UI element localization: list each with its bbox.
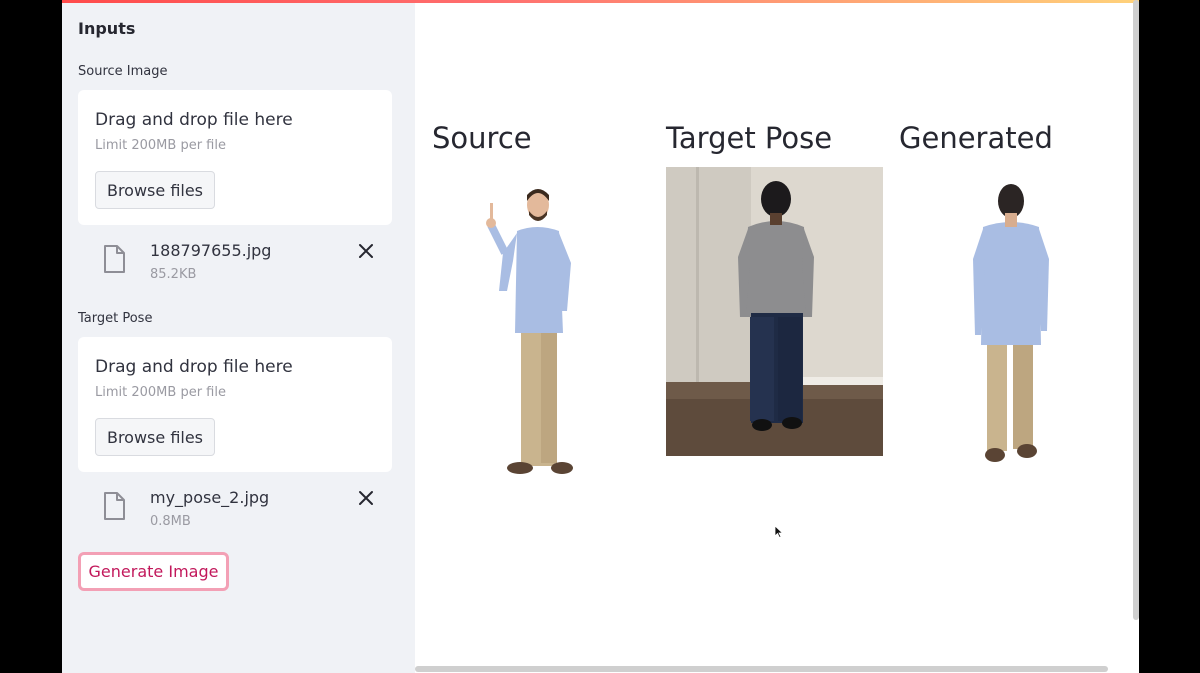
file-icon bbox=[104, 245, 125, 273]
target-browse-button[interactable]: Browse files bbox=[95, 418, 215, 456]
sidebar: Inputs Source Image Drag and drop file h… bbox=[62, 3, 415, 673]
source-file-item: 188797655.jpg 85.2KB bbox=[78, 237, 392, 293]
source-image-label: Source Image bbox=[78, 64, 168, 79]
generated-column-title: Generated bbox=[899, 121, 1053, 155]
vertical-scrollbar[interactable] bbox=[1133, 0, 1139, 620]
target-pose-column-title: Target Pose bbox=[666, 121, 833, 155]
source-file-name: 188797655.jpg bbox=[150, 241, 272, 260]
target-file-item: my_pose_2.jpg 0.8MB bbox=[78, 484, 392, 540]
close-icon[interactable] bbox=[356, 241, 376, 261]
mouse-cursor-icon bbox=[774, 525, 784, 539]
close-icon[interactable] bbox=[356, 488, 376, 508]
file-icon bbox=[104, 492, 125, 520]
target-file-size: 0.8MB bbox=[150, 514, 191, 529]
target-file-name: my_pose_2.jpg bbox=[150, 488, 270, 507]
source-file-size: 85.2KB bbox=[150, 267, 197, 282]
main-content: Source Target Pose Generated bbox=[415, 3, 1139, 673]
dropzone-limit: Limit 200MB per file bbox=[95, 138, 226, 153]
generated-image bbox=[973, 184, 1049, 462]
dropzone-limit: Limit 200MB per file bbox=[95, 385, 226, 400]
sidebar-title: Inputs bbox=[78, 19, 136, 38]
source-dropzone[interactable]: Drag and drop file here Limit 200MB per … bbox=[78, 90, 392, 225]
source-browse-button[interactable]: Browse files bbox=[95, 171, 215, 209]
target-pose-image bbox=[666, 167, 883, 456]
target-pose-label: Target Pose bbox=[78, 311, 153, 326]
source-image bbox=[486, 189, 573, 474]
dropzone-text: Drag and drop file here bbox=[95, 110, 293, 130]
source-column-title: Source bbox=[432, 121, 532, 155]
horizontal-scrollbar[interactable] bbox=[415, 666, 1108, 672]
target-dropzone[interactable]: Drag and drop file here Limit 200MB per … bbox=[78, 337, 392, 472]
generate-image-button[interactable]: Generate Image bbox=[78, 552, 229, 591]
dropzone-text: Drag and drop file here bbox=[95, 357, 293, 377]
app-window: Inputs Source Image Drag and drop file h… bbox=[62, 0, 1139, 673]
